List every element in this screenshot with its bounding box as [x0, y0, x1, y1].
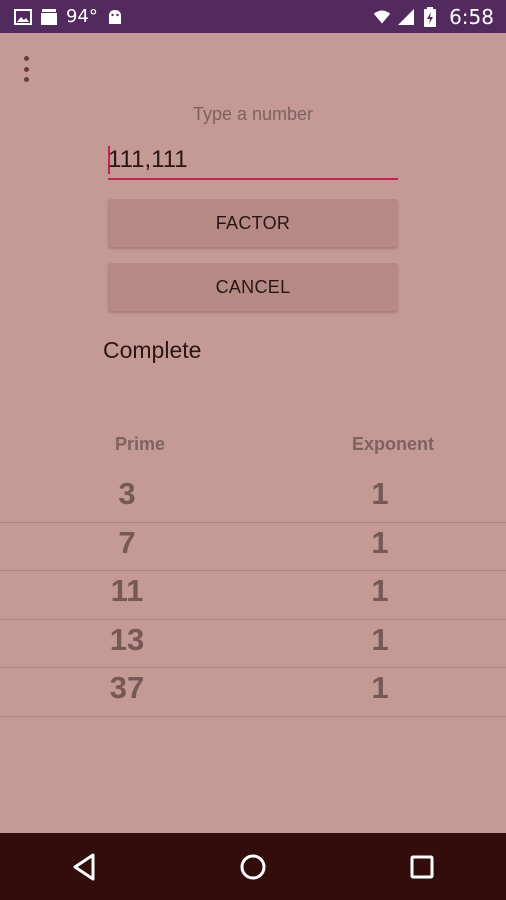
home-icon[interactable] [233, 847, 273, 887]
cancel-button[interactable]: CANCEL [108, 263, 398, 311]
number-input[interactable]: 111,111 [108, 140, 398, 180]
number-input-value: 111,111 [108, 146, 188, 173]
prime-cell: 3 [118, 476, 136, 511]
table-row: 13 1 [0, 620, 506, 669]
table-row: 7 1 [0, 523, 506, 572]
navigation-bar [0, 833, 506, 900]
factor-table: 3 1 7 1 11 1 13 1 37 1 [0, 474, 506, 717]
news-icon [40, 8, 58, 26]
android-icon [106, 8, 124, 26]
input-hint-label: Type a number [192, 104, 314, 124]
prime-cell: 7 [118, 524, 136, 560]
prime-cell: 11 [110, 573, 144, 609]
clock-text: 6:58 [449, 4, 494, 29]
battery-icon [421, 6, 439, 27]
status-bar: 94° 6:58 [0, 0, 506, 33]
table-row: 11 1 [0, 571, 506, 620]
exponent-column-header: Exponent [352, 434, 435, 454]
exponent-cell: 1 [371, 524, 389, 560]
back-icon[interactable] [64, 847, 104, 887]
temperature-text: 94° [66, 6, 98, 27]
table-row: 37 1 [0, 668, 506, 717]
prime-cell: 37 [109, 670, 145, 706]
more-vert-icon[interactable] [14, 54, 38, 84]
exponent-cell: 1 [371, 621, 389, 657]
wifi-icon [373, 8, 391, 26]
exponent-cell: 1 [371, 573, 389, 609]
prime-column-header: Prime [115, 434, 166, 454]
prime-cell: 13 [109, 621, 145, 657]
exponent-cell: 1 [371, 476, 389, 511]
factor-button[interactable]: FACTOR [108, 199, 398, 247]
signal-icon [397, 8, 415, 26]
exponent-cell: 1 [371, 670, 389, 706]
image-icon [14, 8, 32, 26]
recents-icon[interactable] [402, 847, 442, 887]
status-text: Complete [103, 337, 202, 363]
table-row: 3 1 [0, 474, 506, 523]
